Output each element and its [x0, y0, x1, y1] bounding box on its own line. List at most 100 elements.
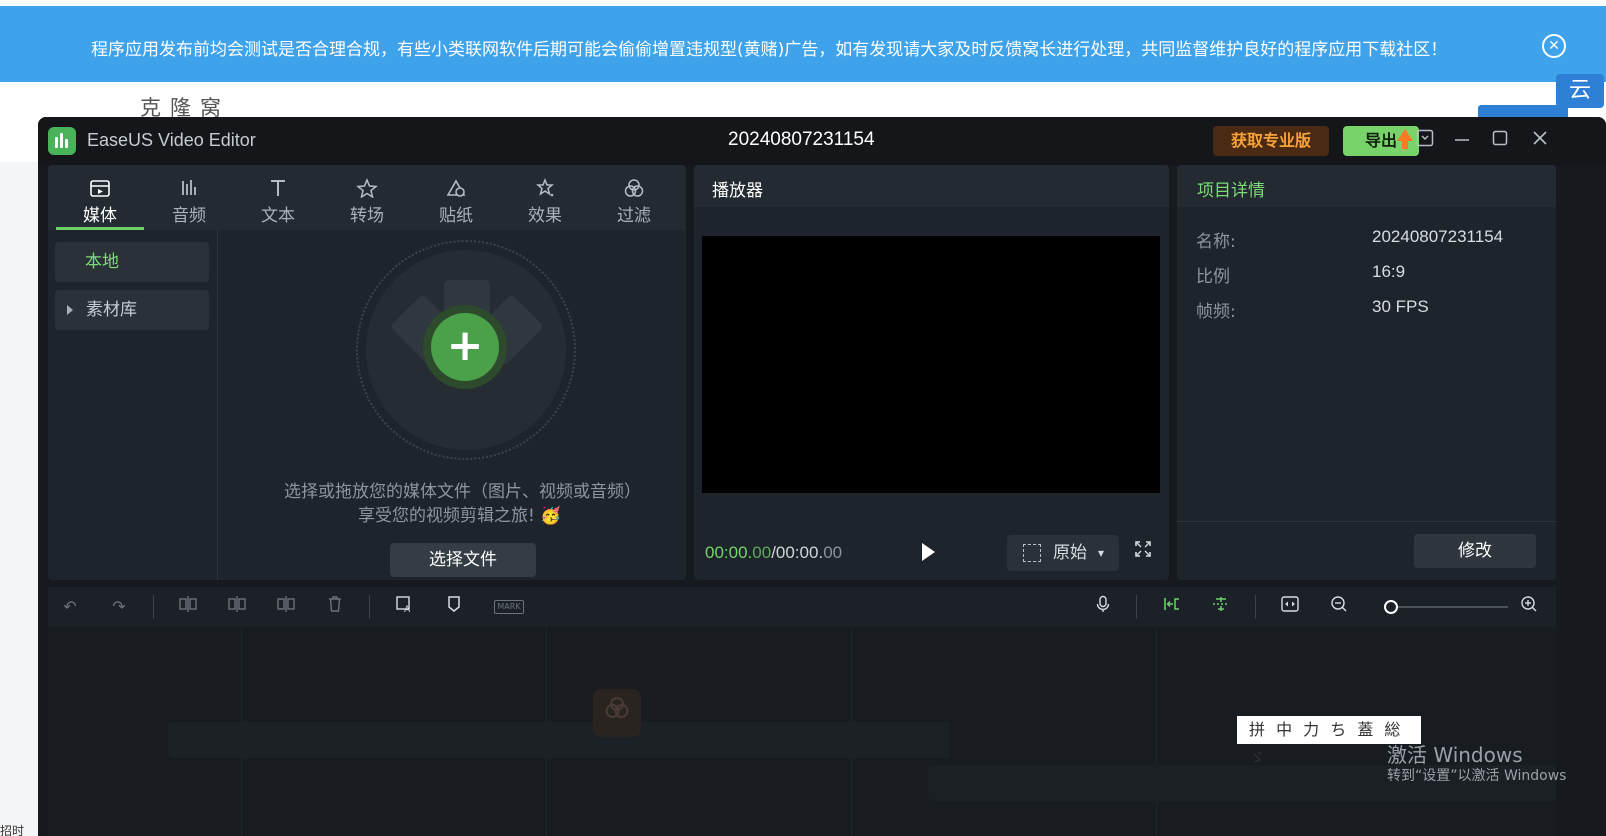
- ratio-value: 16:9: [1372, 262, 1406, 281]
- project-details-panel: 项目详情 名称: 20240807231154 比例 16:9 帧频: 30 F…: [1177, 165, 1556, 580]
- activation-watermark-title: 激活 Windows: [1387, 743, 1523, 767]
- details-title: 项目详情: [1197, 181, 1265, 201]
- maximize-icon[interactable]: [1488, 129, 1512, 153]
- time-total: 00:00.: [775, 543, 824, 562]
- expand-triangle-icon[interactable]: [67, 305, 73, 315]
- mark-label: MARK: [494, 600, 524, 614]
- split-right-icon[interactable]: [274, 595, 298, 619]
- tab-effect-label: 效果: [528, 206, 562, 226]
- add-media-button[interactable]: +: [423, 305, 507, 389]
- drop-hint-text: 享受您的视频剪辑之旅!: [358, 506, 535, 526]
- player-header: 播放器: [694, 165, 1169, 207]
- drop-hint-line2: 享受您的视频剪辑之旅! 🥳: [358, 501, 561, 526]
- ratio-label: 比例: [1196, 267, 1230, 287]
- cloud-icon[interactable]: 云: [1556, 74, 1604, 108]
- filter-placeholder-icon: [593, 689, 641, 737]
- split-left-icon[interactable]: [225, 595, 249, 619]
- tab-text[interactable]: 文本: [234, 165, 322, 230]
- media-panel: 媒体 音频 文本 转场 贴纸 效果 过滤 本地 素材库 + 选择或拖放您的媒体文…: [48, 165, 686, 580]
- toolbar-divider: [1136, 595, 1137, 619]
- delete-icon[interactable]: [323, 595, 347, 619]
- nav-library-label: 素材库: [86, 300, 137, 320]
- banner-text: 程序应用发布前均会测试是否合理合规，有些小类联网软件后期可能会偷偷增置违规型(黄…: [91, 40, 1448, 60]
- timecode: 00:00.00/00:00.00: [705, 543, 842, 563]
- tab-effect[interactable]: 效果: [501, 165, 589, 230]
- minimize-icon[interactable]: [1450, 129, 1474, 153]
- tab-transition-label: 转场: [350, 206, 384, 226]
- snap-icon[interactable]: [1160, 595, 1184, 619]
- redo-icon[interactable]: ↷: [107, 595, 131, 619]
- app-name: EaseUS Video Editor: [87, 130, 256, 150]
- mark-icon[interactable]: MARK: [491, 595, 527, 619]
- tab-transition[interactable]: 转场: [323, 165, 411, 230]
- close-icon[interactable]: [1528, 129, 1552, 153]
- banner-close-icon[interactable]: ✕: [1542, 34, 1566, 58]
- microphone-icon[interactable]: [1091, 595, 1115, 619]
- tab-audio[interactable]: 音频: [145, 165, 233, 230]
- play-icon[interactable]: [922, 543, 935, 561]
- timeline-gridline: [1156, 627, 1157, 836]
- tab-filter-label: 过滤: [617, 206, 651, 226]
- zoom-slider-handle[interactable]: [1384, 600, 1398, 614]
- zoom-slider-track[interactable]: [1392, 606, 1508, 608]
- get-pro-button[interactable]: 获取专业版: [1213, 126, 1329, 156]
- text-icon: [266, 178, 290, 200]
- aspect-ratio-dropdown[interactable]: 原始 ▾: [1007, 535, 1119, 571]
- site-bottom-text: 招时: [0, 824, 25, 836]
- fps-label: 帧频:: [1196, 302, 1236, 322]
- sticker-icon: [444, 178, 468, 200]
- time-current-frames: 00: [752, 543, 772, 562]
- tab-audio-label: 音频: [172, 206, 206, 226]
- tab-media[interactable]: 媒体: [56, 165, 144, 230]
- media-tabs: 媒体 音频 文本 转场 贴纸 效果 过滤: [48, 165, 686, 230]
- export-arrow-icon: [1397, 129, 1413, 149]
- player-title: 播放器: [712, 181, 763, 201]
- svg-text:A: A: [404, 605, 411, 613]
- details-divider: [1177, 521, 1556, 522]
- player-screen[interactable]: [702, 236, 1160, 493]
- timeline-toolbar: ↶ ↷ A MARK: [48, 587, 1556, 627]
- plus-icon: +: [431, 313, 499, 381]
- timeline-track-placeholder: [168, 722, 950, 758]
- marker-icon[interactable]: [442, 595, 466, 619]
- site-notice-banner: 程序应用发布前均会测试是否合理合规，有些小类联网软件后期可能会偷偷增置违规型(黄…: [0, 6, 1606, 82]
- fit-icon[interactable]: [1278, 595, 1302, 619]
- modify-button[interactable]: 修改: [1414, 534, 1536, 568]
- fps-value: 30 FPS: [1372, 297, 1429, 316]
- time-current: 00:00.: [705, 543, 753, 562]
- app-logo-icon: [48, 127, 76, 155]
- drop-hint-line1: 选择或拖放您的媒体文件（图片、视频或音频）: [284, 482, 641, 502]
- toolbar-divider: [153, 595, 154, 619]
- magnet-icon[interactable]: [1209, 595, 1233, 619]
- player-panel: 播放器 00:00.00/00:00.00 原始 ▾: [694, 165, 1169, 580]
- media-side-nav: 本地 素材库: [48, 230, 218, 580]
- undo-icon[interactable]: ↶: [58, 595, 82, 619]
- filter-icon: [622, 178, 646, 200]
- details-header: 项目详情: [1177, 165, 1556, 207]
- zoom-in-icon[interactable]: [1517, 595, 1541, 619]
- effect-icon: [533, 177, 557, 200]
- activation-watermark-subtitle: 转到“设置”以激活 Windows: [1387, 768, 1567, 784]
- split-icon[interactable]: [176, 595, 200, 619]
- crop-icon: [1023, 544, 1041, 562]
- tab-sticker[interactable]: 贴纸: [412, 165, 500, 230]
- tab-sticker-label: 贴纸: [439, 206, 473, 226]
- name-label: 名称:: [1196, 232, 1236, 252]
- nav-library[interactable]: 素材库: [55, 290, 209, 330]
- audio-icon: [177, 178, 201, 200]
- time-total-frames: 00: [823, 543, 843, 562]
- title-bar: EaseUS Video Editor 20240807231154 获取专业版…: [38, 117, 1606, 165]
- tab-filter[interactable]: 过滤: [590, 165, 678, 230]
- fullscreen-icon[interactable]: [1133, 540, 1153, 560]
- name-value: 20240807231154: [1372, 227, 1504, 246]
- tab-media-label: 媒体: [83, 206, 117, 226]
- project-title: 20240807231154: [728, 129, 875, 150]
- nav-local[interactable]: 本地: [55, 242, 209, 282]
- party-emoji-icon: 🥳: [540, 506, 562, 526]
- dropdown-menu-icon[interactable]: [1413, 129, 1437, 153]
- zoom-out-icon[interactable]: [1327, 595, 1351, 619]
- speech-to-text-icon[interactable]: A: [393, 595, 417, 619]
- select-file-button[interactable]: 选择文件: [390, 543, 536, 577]
- export-button[interactable]: 导出: [1343, 126, 1419, 156]
- site-left-strip: [0, 162, 38, 836]
